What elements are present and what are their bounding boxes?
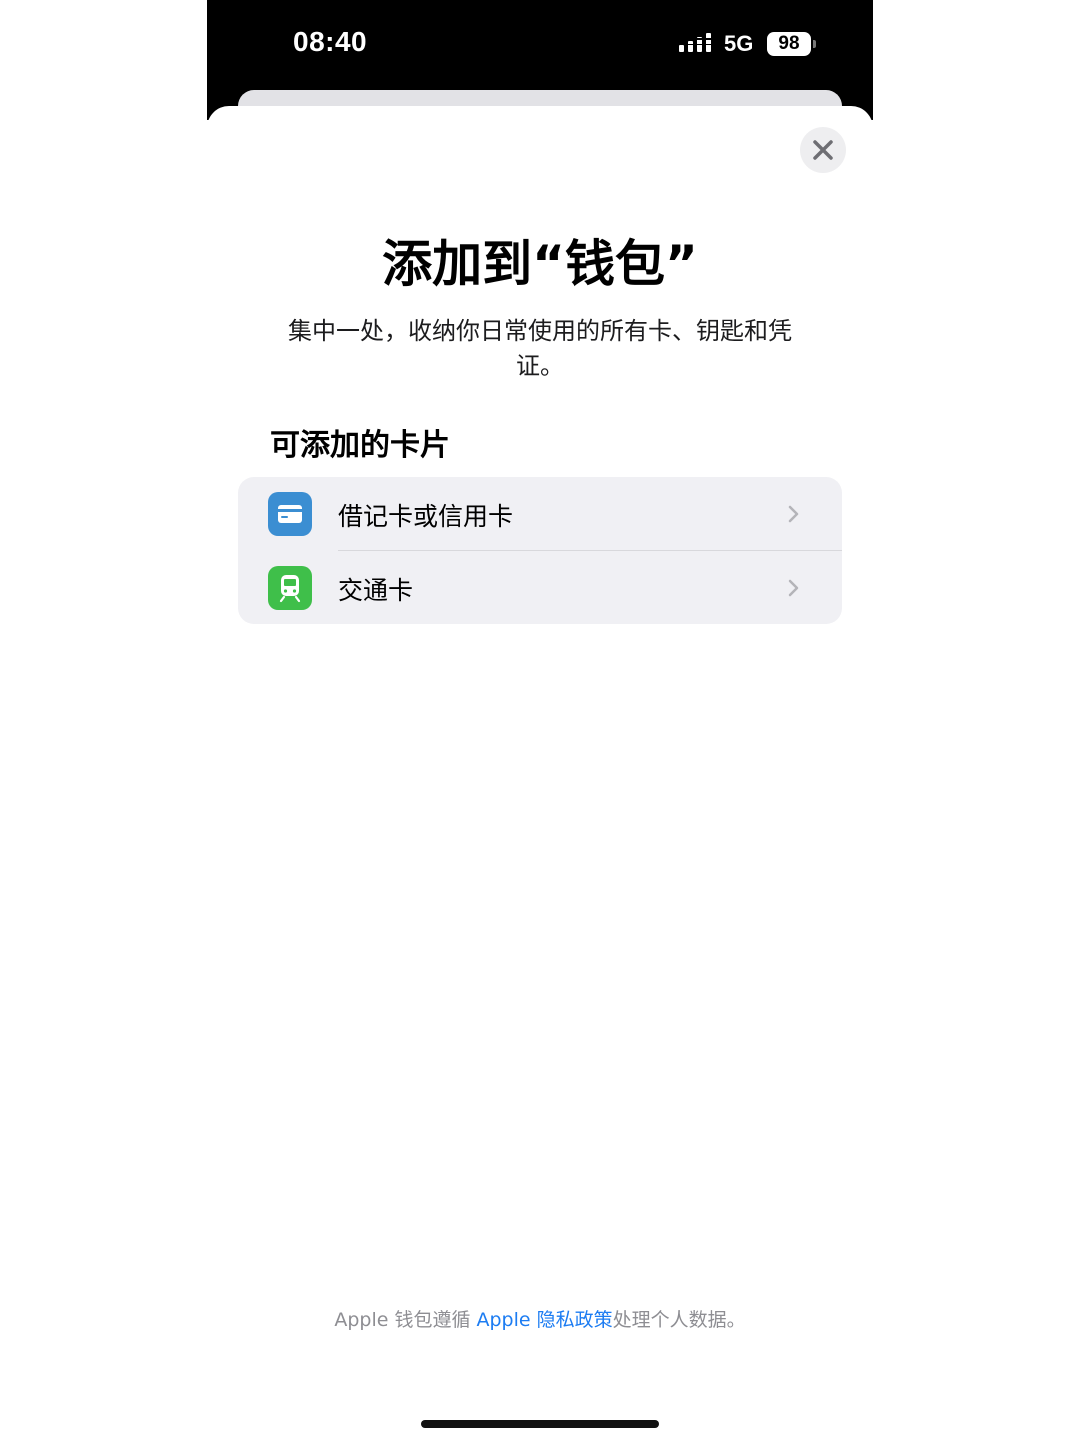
close-icon xyxy=(813,140,833,160)
add-to-wallet-sheet: 添加到“钱包” 集中一处，收纳你日常使用的所有卡、钥匙和凭证。 可添加的卡片 借… xyxy=(207,106,873,1440)
chevron-right-icon xyxy=(788,505,799,523)
footer-prefix: Apple 钱包遵循 xyxy=(334,1309,477,1331)
status-time: 08:40 xyxy=(293,26,368,57)
privacy-footer: Apple 钱包遵循 Apple 隐私政策处理个人数据。 xyxy=(207,1305,873,1332)
list-item-label: 交通卡 xyxy=(338,576,414,605)
home-indicator[interactable] xyxy=(421,1420,659,1428)
network-type: 5G xyxy=(724,31,754,56)
close-button[interactable] xyxy=(800,127,846,173)
battery-icon: 98 xyxy=(767,32,811,56)
page-subtitle: 集中一处，收纳你日常使用的所有卡、钥匙和凭证。 xyxy=(288,317,792,380)
phone-screen: 08:40 5G 98 添加到“钱包” 集中一处，收纳你日常使用的所有卡、钥匙和… xyxy=(207,0,873,1440)
section-header: 可添加的卡片 xyxy=(270,428,450,463)
page-title: 添加到“钱包” xyxy=(382,235,698,293)
cellular-signal-icon xyxy=(679,33,711,52)
battery-cap xyxy=(813,40,816,48)
footer-suffix: 处理个人数据。 xyxy=(612,1309,746,1331)
train-icon xyxy=(268,566,312,610)
list-item-debit-credit-card[interactable]: 借记卡或信用卡 xyxy=(238,477,842,550)
battery-level: 98 xyxy=(778,33,800,54)
card-type-list: 借记卡或信用卡 交通卡 xyxy=(238,477,842,624)
chevron-right-icon xyxy=(788,579,799,597)
credit-card-icon xyxy=(268,492,312,536)
list-item-transit-card[interactable]: 交通卡 xyxy=(238,551,842,624)
privacy-policy-link[interactable]: Apple 隐私政策 xyxy=(477,1309,613,1331)
list-item-label: 借记卡或信用卡 xyxy=(338,502,514,531)
